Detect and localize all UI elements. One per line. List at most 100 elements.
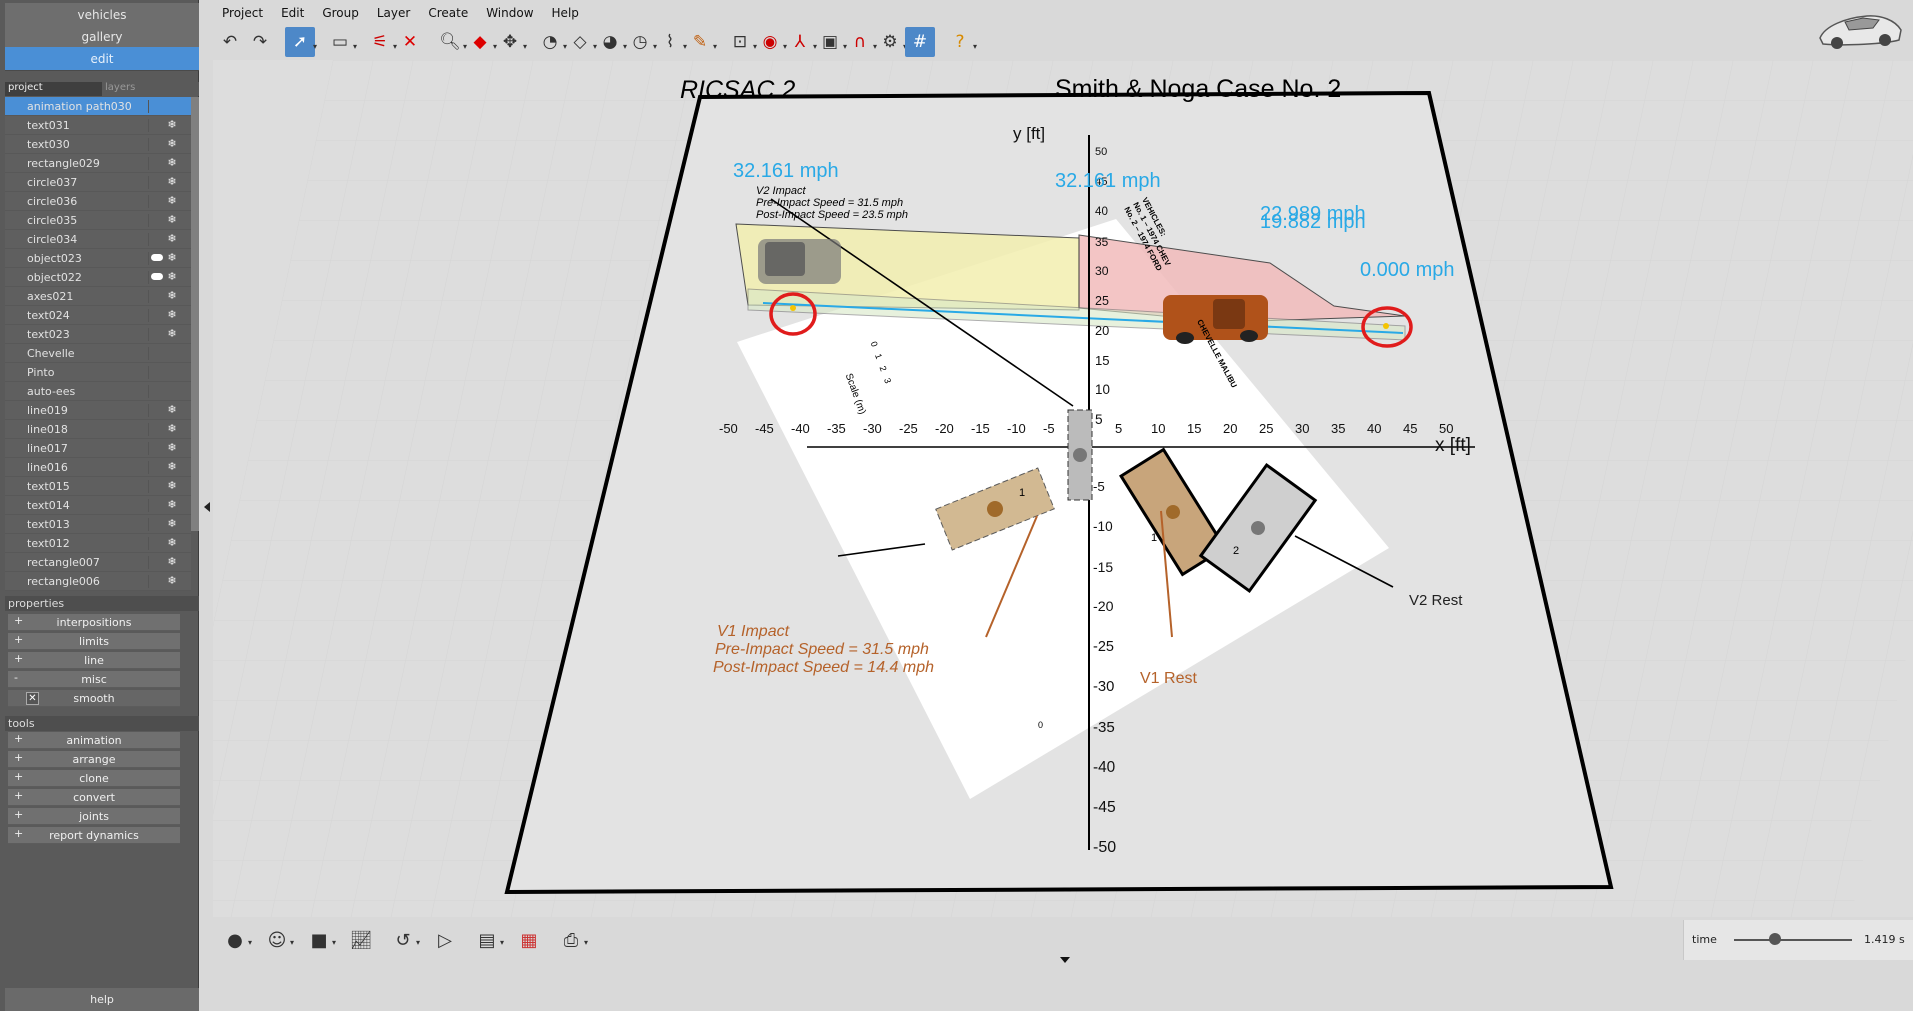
axes-icon[interactable]: ⅄ — [785, 27, 817, 57]
redo-icon[interactable]: ↷ — [245, 27, 275, 57]
gear-icon[interactable]: ❄ — [165, 118, 179, 132]
tool-arrange[interactable]: + arrange — [8, 751, 180, 768]
visibility-toggle[interactable] — [148, 100, 162, 113]
tab-layers[interactable]: layers — [102, 82, 199, 96]
gear-settings-icon[interactable]: ⚙ — [875, 27, 907, 57]
path-icon[interactable]: ↺ — [385, 926, 421, 954]
pencil-icon[interactable]: ✎ — [685, 27, 717, 57]
delete-icon[interactable]: ✕ — [395, 27, 425, 57]
collapse-panel-arrow-icon[interactable] — [204, 502, 210, 512]
gear-icon[interactable]: ❄ — [165, 270, 179, 284]
rectangle-select-icon[interactable]: ▭ — [325, 27, 357, 57]
frames-icon[interactable]: ▤ — [469, 926, 505, 954]
time-slider-track[interactable] — [1734, 939, 1852, 941]
project-item[interactable]: text030 ❄ — [5, 135, 191, 154]
expand-toggle[interactable]: + — [14, 652, 23, 665]
square-icon[interactable]: ■ — [301, 926, 337, 954]
project-item[interactable]: text031 ❄ — [5, 116, 191, 135]
gear-icon[interactable]: ❄ — [165, 175, 179, 189]
project-item[interactable]: axes021 ❄ — [5, 287, 191, 306]
time-slider-knob[interactable] — [1769, 933, 1782, 945]
expand-toggle[interactable]: + — [14, 789, 23, 802]
expand-toggle[interactable]: + — [14, 614, 23, 627]
gear-icon[interactable]: ❄ — [165, 213, 179, 227]
project-item[interactable]: text012 ❄ — [5, 534, 191, 553]
gear-icon[interactable]: ❄ — [165, 194, 179, 208]
visibility-toggle[interactable] — [148, 518, 162, 531]
visibility-toggle[interactable] — [148, 138, 162, 151]
visibility-toggle[interactable] — [148, 157, 162, 170]
expand-toggle[interactable]: + — [14, 827, 23, 840]
gear-icon[interactable]: ❄ — [165, 498, 179, 512]
expand-toggle[interactable]: + — [14, 633, 23, 646]
menu-project[interactable]: Project — [213, 3, 272, 23]
empty-slot[interactable] — [165, 365, 179, 379]
project-item[interactable]: line016 ❄ — [5, 458, 191, 477]
project-item[interactable]: text014 ❄ — [5, 496, 191, 515]
visibility-toggle[interactable] — [148, 442, 162, 455]
sphere-icon[interactable]: ● — [217, 926, 253, 954]
visibility-toggle[interactable] — [148, 461, 162, 474]
empty-slot[interactable] — [165, 384, 179, 398]
print-icon[interactable]: ⎙ — [553, 926, 589, 954]
smooth-row[interactable]: ✕ smooth — [8, 690, 180, 707]
gallery-button[interactable]: gallery — [5, 25, 199, 49]
speedometer-icon[interactable]: ◷ — [625, 27, 657, 57]
smooth-checkbox[interactable]: ✕ — [26, 692, 39, 705]
project-item[interactable]: Chevelle — [5, 344, 191, 363]
vehicles-button[interactable]: vehicles — [5, 3, 199, 27]
gear-icon[interactable]: ❄ — [165, 251, 179, 265]
project-item[interactable]: line019 ❄ — [5, 401, 191, 420]
gear-icon[interactable]: ❄ — [165, 574, 179, 588]
project-item[interactable]: circle034 ❄ — [5, 230, 191, 249]
measure-dial-icon[interactable]: ◔ — [535, 27, 567, 57]
texture-icon[interactable]: ▣ — [815, 27, 847, 57]
property-interpositions[interactable]: + interpositions — [8, 614, 180, 631]
project-item[interactable]: circle036 ❄ — [5, 192, 191, 211]
project-item[interactable]: circle035 ❄ — [5, 211, 191, 230]
visibility-toggle[interactable] — [148, 385, 162, 398]
visibility-toggle[interactable] — [148, 347, 162, 360]
expand-bottom-arrow-icon[interactable] — [1060, 957, 1070, 963]
select-pointer-icon[interactable]: ➚ — [285, 27, 317, 57]
visibility-toggle[interactable] — [148, 119, 162, 132]
gear-icon[interactable]: ❄ — [165, 327, 179, 341]
visibility-toggle[interactable] — [148, 176, 162, 189]
gear-icon[interactable]: ❄ — [165, 403, 179, 417]
tool-joints[interactable]: + joints — [8, 808, 180, 825]
gear-icon[interactable]: ❄ — [165, 156, 179, 170]
visibility-toggle[interactable] — [148, 271, 162, 284]
visibility-toggle[interactable] — [148, 366, 162, 379]
menu-create[interactable]: Create — [419, 3, 477, 23]
menu-help[interactable]: Help — [543, 3, 588, 23]
visibility-toggle[interactable] — [148, 252, 162, 265]
project-item[interactable]: text023 ❄ — [5, 325, 191, 344]
expand-toggle[interactable]: + — [14, 751, 23, 764]
pan-icon[interactable]: ✥ — [495, 27, 527, 57]
project-item[interactable]: rectangle006 ❄ — [5, 572, 191, 591]
tool-report-dynamics[interactable]: + report dynamics — [8, 827, 180, 844]
gear-icon[interactable]: ❄ — [165, 555, 179, 569]
surface-icon[interactable]: ◇ — [565, 27, 597, 57]
project-item[interactable]: text015 ❄ — [5, 477, 191, 496]
gear-icon[interactable]: ❄ — [165, 137, 179, 151]
project-item[interactable]: text024 ❄ — [5, 306, 191, 325]
gear-icon[interactable]: ❄ — [165, 460, 179, 474]
project-item[interactable]: object022 ❄ — [5, 268, 191, 287]
project-item[interactable]: text013 ❄ — [5, 515, 191, 534]
menu-window[interactable]: Window — [477, 3, 542, 23]
visibility-toggle[interactable] — [148, 480, 162, 493]
visibility-toggle[interactable] — [148, 290, 162, 303]
expand-toggle[interactable]: - — [14, 671, 18, 684]
property-limits[interactable]: + limits — [8, 633, 180, 650]
project-list-scrollbar[interactable] — [191, 97, 199, 531]
grid-icon[interactable]: # — [905, 27, 935, 57]
undo-icon[interactable]: ↶ — [215, 27, 245, 57]
target-icon[interactable]: ◉ — [755, 27, 787, 57]
unlink-icon[interactable]: ⚟ — [365, 27, 397, 57]
head-icon[interactable]: ☺ — [259, 926, 295, 954]
help-button[interactable]: help — [5, 988, 199, 1011]
gear-icon[interactable]: ❄ — [165, 289, 179, 303]
gear-icon[interactable]: ❄ — [165, 479, 179, 493]
tool-clone[interactable]: + clone — [8, 770, 180, 787]
